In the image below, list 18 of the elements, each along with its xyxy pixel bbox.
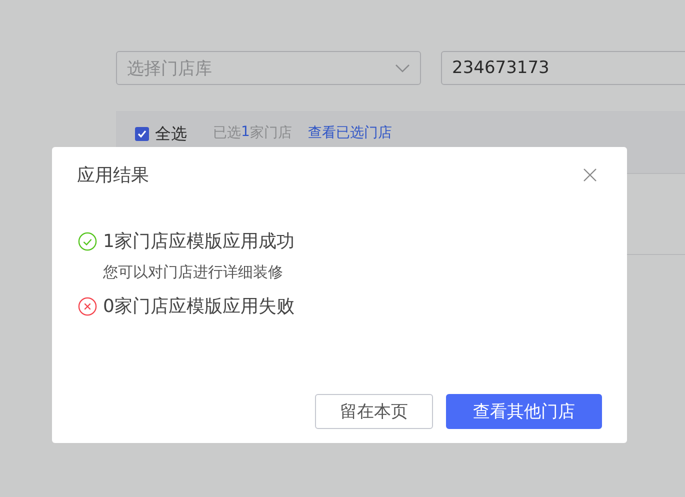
selected-suffix: 家门店 xyxy=(250,124,292,142)
check-icon xyxy=(137,129,147,139)
search-field[interactable]: 234673173 xyxy=(441,51,685,85)
selected-prefix: 已选 xyxy=(213,124,241,142)
result-text: 0家门店应模版应用失败 xyxy=(103,295,294,318)
chevron-down-icon xyxy=(395,64,410,72)
select-all-label: 全选 xyxy=(155,124,187,145)
select-all-checkbox[interactable] xyxy=(135,127,149,141)
selected-count: 1 xyxy=(241,124,250,140)
view-other-stores-button[interactable]: 查看其他门店 xyxy=(446,394,602,429)
stay-on-page-button[interactable]: 留在本页 xyxy=(315,394,433,429)
dialog-title: 应用结果 xyxy=(77,164,149,187)
cross-circle-icon xyxy=(78,296,97,316)
check-circle-icon xyxy=(78,232,97,250)
view-selected-link[interactable]: 查看已选门店 xyxy=(308,124,392,142)
result-text: 1家门店应模版应用成功 xyxy=(103,230,294,253)
close-icon[interactable] xyxy=(583,168,597,182)
result-hint: 您可以对门店进行详细装修 xyxy=(102,263,284,282)
